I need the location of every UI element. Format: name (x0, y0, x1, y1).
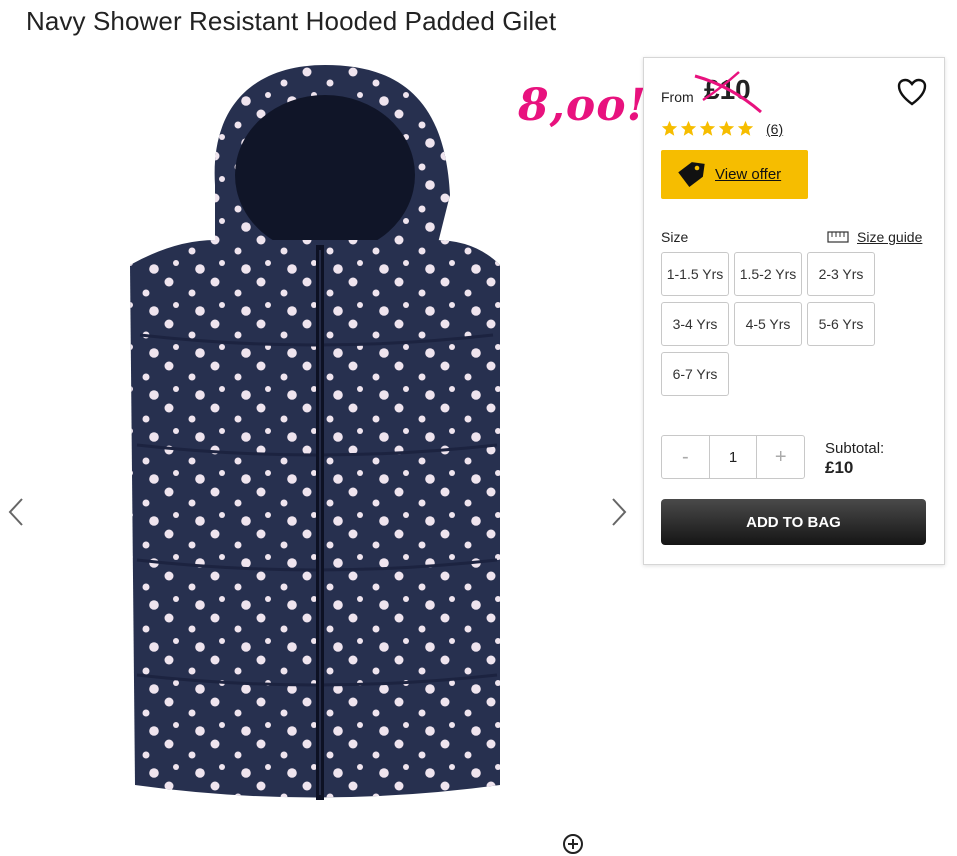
star-icon (699, 120, 716, 136)
star-icon (661, 120, 678, 136)
zoom-icon[interactable] (561, 832, 585, 856)
view-offer-label: View offer (715, 166, 782, 183)
add-to-bag-button[interactable]: ADD TO BAG (661, 499, 926, 545)
size-guide-link[interactable]: Size guide (827, 229, 922, 245)
wishlist-heart-icon[interactable] (897, 78, 927, 106)
handwritten-price-annotation: 8,oo! (518, 80, 647, 131)
ruler-icon (827, 231, 849, 243)
review-count-link[interactable]: (6) (766, 121, 783, 137)
size-label: Size (661, 229, 689, 245)
view-offer-button[interactable]: View offer (661, 150, 808, 199)
size-guide-label: Size guide (857, 229, 923, 245)
from-label: From (661, 89, 694, 105)
star-icon (718, 120, 735, 136)
star-rating (661, 120, 754, 137)
star-icon (737, 120, 754, 136)
size-option[interactable]: 3-4 Yrs (661, 302, 729, 346)
size-option[interactable]: 2-3 Yrs (807, 252, 875, 296)
increase-quantity-button[interactable]: + (757, 436, 804, 478)
size-option[interactable]: 1-1.5 Yrs (661, 252, 729, 296)
size-option[interactable]: 4-5 Yrs (734, 302, 802, 346)
quantity-stepper: - 1 + (661, 435, 805, 479)
quantity-input[interactable]: 1 (708, 436, 758, 478)
next-image-arrow-icon[interactable] (607, 495, 631, 529)
price-tag-icon (678, 161, 705, 187)
size-options: 1-1.5 Yrs 1.5-2 Yrs 2-3 Yrs 3-4 Yrs 4-5 … (661, 252, 891, 396)
product-purchase-panel: From £10 (6) View offer Size Size guide … (643, 57, 945, 565)
subtotal-label: Subtotal: (825, 440, 885, 457)
star-icon (680, 120, 697, 136)
size-option[interactable]: 6-7 Yrs (661, 352, 729, 396)
previous-image-arrow-icon[interactable] (4, 495, 28, 529)
size-option[interactable]: 1.5-2 Yrs (734, 252, 802, 296)
product-gallery (0, 55, 640, 847)
subtotal-value: £10 (825, 458, 854, 477)
size-option[interactable]: 5-6 Yrs (807, 302, 875, 346)
decrease-quantity-button[interactable]: - (662, 436, 709, 478)
price: £10 (704, 74, 751, 105)
product-title: Navy Shower Resistant Hooded Padded Gile… (26, 6, 557, 36)
product-image (130, 65, 500, 800)
